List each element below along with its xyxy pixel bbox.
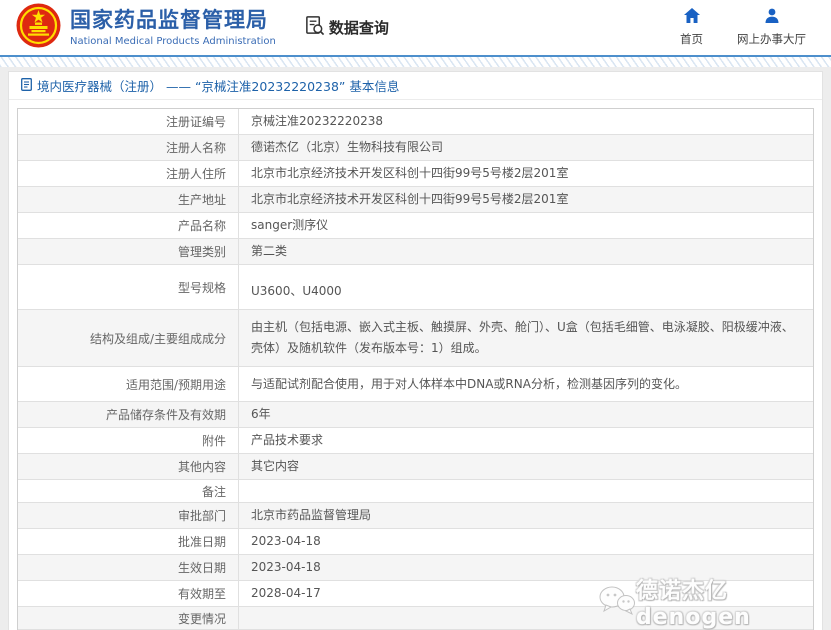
- row-value: 北京市北京经济技术开发区科创十四街99号5号楼2层201室: [251, 192, 569, 206]
- table-row: 其他内容 其它内容: [18, 454, 813, 480]
- row-label: 型号规格: [18, 265, 239, 309]
- table-row: 产品储存条件及有效期 6年: [18, 402, 813, 428]
- page-title: 境内医疗器械（注册） —— “京械注准20232220238” 基本信息: [37, 79, 400, 94]
- row-label: 注册人住所: [18, 161, 239, 186]
- row-label: 备注: [18, 480, 239, 502]
- row-value: 北京市北京经济技术开发区科创十四街99号5号楼2层201室: [251, 166, 569, 180]
- data-query-menu[interactable]: 数据查询: [304, 15, 389, 40]
- row-value: 6年: [251, 407, 271, 421]
- row-label: 注册人名称: [18, 135, 239, 160]
- table-row: 生产地址 北京市北京经济技术开发区科创十四街99号5号楼2层201室: [18, 187, 813, 213]
- decorative-hatch-band: [0, 57, 831, 67]
- row-value: 其它内容: [251, 459, 300, 473]
- row-label: 生产地址: [18, 187, 239, 212]
- row-label: 产品名称: [18, 213, 239, 238]
- row-label: 结构及组成/主要组成成分: [18, 310, 239, 366]
- table-row: 有效期至 2028-04-17: [18, 581, 813, 607]
- content-panel: 境内医疗器械（注册） —— “京械注准20232220238” 基本信息 注册证…: [8, 71, 823, 630]
- national-emblem-icon: [16, 3, 61, 52]
- row-value: sanger测序仪: [251, 218, 329, 232]
- data-query-label: 数据查询: [328, 19, 389, 37]
- row-value: 2023-04-18: [251, 534, 321, 548]
- row-value: 2023-04-18: [251, 560, 321, 574]
- row-label: 产品储存条件及有效期: [18, 402, 239, 427]
- row-value: 产品技术要求: [251, 433, 324, 447]
- nav-home-label: 首页: [680, 32, 703, 46]
- row-label: 附件: [18, 428, 239, 453]
- table-row: 注册人住所 北京市北京经济技术开发区科创十四街99号5号楼2层201室: [18, 161, 813, 187]
- row-label: 审批部门: [18, 503, 239, 528]
- row-value: 北京市药品监督管理局: [251, 508, 372, 522]
- table-row: 型号规格 U3600、U4000: [18, 265, 813, 310]
- table-row: 注册人名称 德诺杰亿（北京）生物科技有限公司: [18, 135, 813, 161]
- nav-home[interactable]: 首页: [680, 8, 703, 47]
- registration-info-table: 注册证编号 京械注准20232220238 注册人名称 德诺杰亿（北京）生物科技…: [17, 108, 814, 630]
- table-row: 附件 产品技术要求: [18, 428, 813, 454]
- nav-online-hall-label: 网上办事大厅: [737, 32, 806, 46]
- table-row: 备注: [18, 480, 813, 503]
- table-row: 管理类别 第二类: [18, 239, 813, 265]
- breadcrumb: 境内医疗器械（注册） —— “京械注准20232220238” 基本信息: [9, 72, 822, 100]
- nav-online-hall[interactable]: 网上办事大厅: [737, 8, 806, 47]
- row-label: 其他内容: [18, 454, 239, 479]
- row-value: 德诺杰亿（北京）生物科技有限公司: [251, 140, 444, 154]
- table-row: 生效日期 2023-04-18: [18, 555, 813, 581]
- row-label: 适用范围/预期用途: [18, 367, 239, 401]
- row-value: 京械注准20232220238: [251, 114, 383, 128]
- row-label: 批准日期: [18, 529, 239, 554]
- nmpa-logo[interactable]: 国家药品监督管理局 National Medical Products Admi…: [16, 3, 276, 52]
- user-icon: [764, 8, 780, 27]
- row-label: 有效期至: [18, 581, 239, 606]
- document-icon: [21, 76, 37, 95]
- org-name-cn: 国家药品监督管理局: [70, 8, 268, 33]
- row-value: 2028-04-17: [251, 586, 321, 600]
- row-label: 管理类别: [18, 239, 239, 264]
- document-search-icon: [304, 15, 325, 40]
- row-value: 第二类: [251, 244, 288, 258]
- org-name-en: National Medical Products Administration: [70, 35, 276, 47]
- home-icon: [683, 8, 700, 27]
- row-value: 与适配试剂配合使用，用于对人体样本中DNA或RNA分析，检测基因序列的变化。: [251, 377, 687, 391]
- table-row: 产品名称 sanger测序仪: [18, 213, 813, 239]
- table-row: 批准日期 2023-04-18: [18, 529, 813, 555]
- table-row: 适用范围/预期用途 与适配试剂配合使用，用于对人体样本中DNA或RNA分析，检测…: [18, 367, 813, 402]
- row-label: 注册证编号: [18, 109, 239, 134]
- site-header: 国家药品监督管理局 National Medical Products Admi…: [0, 0, 831, 57]
- table-row: 审批部门 北京市药品监督管理局: [18, 503, 813, 529]
- row-value: [239, 480, 813, 502]
- row-label: 生效日期: [18, 555, 239, 580]
- table-row: 变更情况: [18, 607, 813, 630]
- row-value: U3600、U4000: [251, 284, 342, 298]
- row-value: 由主机（包括电源、嵌入式主板、触摸屏、外壳、舱门）、U盒（包括毛细管、电泳凝胶、…: [251, 320, 794, 355]
- table-row: 结构及组成/主要组成成分 由主机（包括电源、嵌入式主板、触摸屏、外壳、舱门）、U…: [18, 310, 813, 367]
- table-row: 注册证编号 京械注准20232220238: [18, 109, 813, 135]
